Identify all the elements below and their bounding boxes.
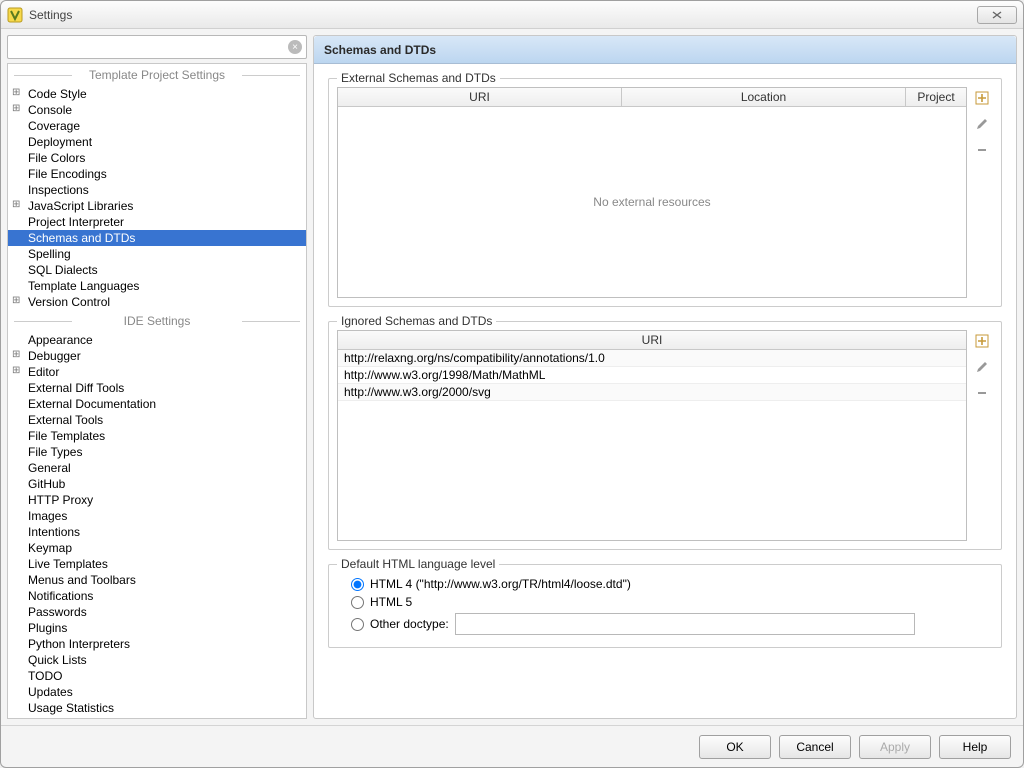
detail-panel: Schemas and DTDs External Schemas and DT… [313,35,1017,719]
tree-item-keymap[interactable]: Keymap [8,540,306,556]
search-box[interactable]: × [7,35,307,59]
tree-item-version-control[interactable]: Version Control [8,294,306,310]
tree-item-inspections[interactable]: Inspections [8,182,306,198]
tree-item-usage-statistics[interactable]: Usage Statistics [8,700,306,716]
tree-item-spelling[interactable]: Spelling [8,246,306,262]
html4-label: HTML 4 ("http://www.w3.org/TR/html4/loos… [370,577,631,591]
tree-item-images[interactable]: Images [8,508,306,524]
settings-window: Settings × Template Project SettingsCode… [0,0,1024,768]
tree-item-intentions[interactable]: Intentions [8,524,306,540]
html4-option[interactable]: HTML 4 ("http://www.w3.org/TR/html4/loos… [351,577,993,591]
external-schemas-group: External Schemas and DTDs URI Location P… [328,78,1002,307]
search-input[interactable] [12,40,288,54]
ignored-col-uri[interactable]: URI [338,331,966,349]
tree-item-quick-lists[interactable]: Quick Lists [8,652,306,668]
html5-option[interactable]: HTML 5 [351,595,993,609]
tree-item-live-templates[interactable]: Live Templates [8,556,306,572]
html5-radio[interactable] [351,596,364,609]
tree-item-debugger[interactable]: Debugger [8,348,306,364]
tree-item-deployment[interactable]: Deployment [8,134,306,150]
tree-item-console[interactable]: Console [8,102,306,118]
window-title: Settings [29,8,72,22]
tree-item-javascript-libraries[interactable]: JavaScript Libraries [8,198,306,214]
remove-external-icon[interactable] [973,141,991,159]
tree-item-external-tools[interactable]: External Tools [8,412,306,428]
other-radio[interactable] [351,618,364,631]
tree-item-schemas-and-dtds[interactable]: Schemas and DTDs [8,230,306,246]
close-button[interactable] [977,6,1017,24]
ignored-table[interactable]: URI http://relaxng.org/ns/compatibility/… [337,330,967,541]
ignored-legend: Ignored Schemas and DTDs [337,314,496,328]
external-table[interactable]: URI Location Project No external resourc… [337,87,967,298]
tree-item-plugins[interactable]: Plugins [8,620,306,636]
ignored-row[interactable]: http://www.w3.org/2000/svg [338,384,966,401]
settings-tree[interactable]: Template Project SettingsCode StyleConso… [7,63,307,719]
col-project[interactable]: Project [906,88,966,106]
section-header: Template Project Settings [8,64,306,86]
section-header: IDE Settings [8,310,306,332]
remove-ignored-icon[interactable] [973,384,991,402]
apply-button[interactable]: Apply [859,735,931,759]
html4-radio[interactable] [351,578,364,591]
tree-item-passwords[interactable]: Passwords [8,604,306,620]
tree-item-notifications[interactable]: Notifications [8,588,306,604]
tree-item-coverage[interactable]: Coverage [8,118,306,134]
app-icon [7,7,23,23]
add-ignored-icon[interactable] [973,332,991,350]
tree-item-project-interpreter[interactable]: Project Interpreter [8,214,306,230]
tree-item-sql-dialects[interactable]: SQL Dialects [8,262,306,278]
tree-item-updates[interactable]: Updates [8,684,306,700]
other-doctype-option[interactable]: Other doctype: [351,613,993,635]
tree-item-http-proxy[interactable]: HTTP Proxy [8,492,306,508]
html-level-group: Default HTML language level HTML 4 ("htt… [328,564,1002,648]
dialog-footer: OK Cancel Apply Help [1,725,1023,767]
ignored-row[interactable]: http://relaxng.org/ns/compatibility/anno… [338,350,966,367]
tree-item-todo[interactable]: TODO [8,668,306,684]
edit-ignored-icon[interactable] [973,358,991,376]
tree-item-python-interpreters[interactable]: Python Interpreters [8,636,306,652]
html5-label: HTML 5 [370,595,412,609]
external-empty: No external resources [338,107,966,297]
edit-external-icon[interactable] [973,115,991,133]
col-location[interactable]: Location [622,88,906,106]
ignored-schemas-group: Ignored Schemas and DTDs URI http://rela… [328,321,1002,550]
tree-item-external-documentation[interactable]: External Documentation [8,396,306,412]
tree-item-editor[interactable]: Editor [8,364,306,380]
external-legend: External Schemas and DTDs [337,71,500,85]
tree-item-code-style[interactable]: Code Style [8,86,306,102]
tree-item-external-diff-tools[interactable]: External Diff Tools [8,380,306,396]
clear-search-icon[interactable]: × [288,40,302,54]
tree-item-file-types[interactable]: File Types [8,444,306,460]
tree-item-file-encodings[interactable]: File Encodings [8,166,306,182]
add-external-icon[interactable] [973,89,991,107]
tree-item-general[interactable]: General [8,460,306,476]
tree-item-github[interactable]: GitHub [8,476,306,492]
sidebar: × Template Project SettingsCode StyleCon… [7,35,307,719]
help-button[interactable]: Help [939,735,1011,759]
cancel-button[interactable]: Cancel [779,735,851,759]
tree-item-template-languages[interactable]: Template Languages [8,278,306,294]
tree-item-appearance[interactable]: Appearance [8,332,306,348]
other-label: Other doctype: [370,617,449,631]
tree-item-file-colors[interactable]: File Colors [8,150,306,166]
col-uri[interactable]: URI [338,88,622,106]
html-legend: Default HTML language level [337,557,499,571]
tree-item-file-templates[interactable]: File Templates [8,428,306,444]
tree-item-menus-and-toolbars[interactable]: Menus and Toolbars [8,572,306,588]
panel-title: Schemas and DTDs [314,36,1016,64]
other-doctype-input[interactable] [455,613,915,635]
ok-button[interactable]: OK [699,735,771,759]
titlebar: Settings [1,1,1023,29]
ignored-row[interactable]: http://www.w3.org/1998/Math/MathML [338,367,966,384]
